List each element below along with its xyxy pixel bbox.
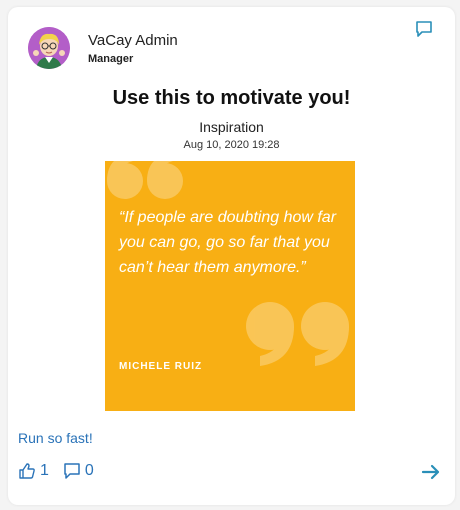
post-title: Use this to motivate you! [112, 87, 351, 109]
comment-icon [64, 463, 80, 479]
post-category: Inspiration [199, 119, 264, 135]
like-button[interactable]: 1 [18, 462, 49, 480]
comment-count: 0 [84, 462, 94, 479]
quote-image[interactable]: “If people are doubting how far you can … [105, 161, 355, 411]
open-post-button[interactable] [421, 463, 441, 481]
comment-button[interactable]: 0 [63, 462, 94, 480]
post-timestamp: Aug 10, 2020 19:28 [183, 139, 280, 151]
avatar-illustration [28, 27, 70, 69]
avatar[interactable] [28, 27, 70, 69]
post-body: Run so fast! [18, 430, 93, 446]
quote-author: MICHELE RUIZ [119, 361, 203, 372]
comment-icon[interactable] [415, 20, 433, 38]
post-card: VaCay Admin Manager Use this to motivate… [8, 7, 455, 505]
quote-marks-icon [107, 161, 349, 366]
quote-text: “If people are doubting how far you can … [119, 209, 337, 276]
thumbs-up-icon [19, 463, 35, 479]
author-role: Manager [88, 52, 134, 65]
like-count: 1 [40, 462, 49, 479]
author-name[interactable]: VaCay Admin [88, 32, 178, 50]
post-header: VaCay Admin Manager [28, 27, 178, 69]
post-footer: 1 0 [18, 462, 108, 480]
arrow-right-icon [421, 464, 440, 480]
author-info: VaCay Admin Manager [88, 32, 178, 65]
